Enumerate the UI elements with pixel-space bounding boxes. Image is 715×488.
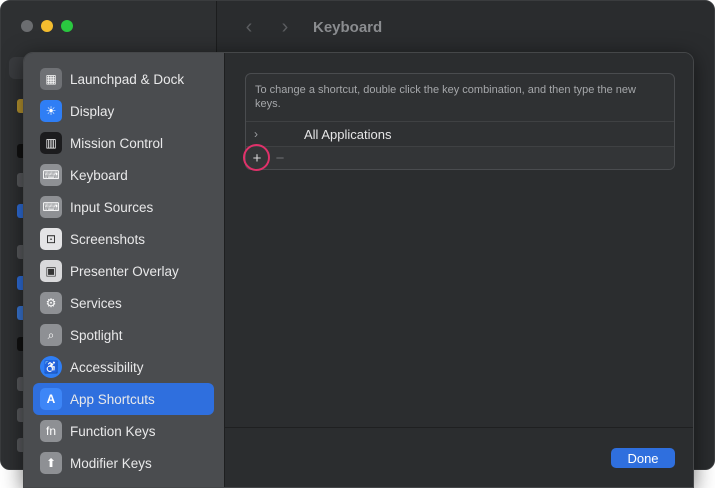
window-toolbar: ‹ › Keyboard	[217, 1, 714, 53]
sidebar-item-label: Input Sources	[70, 199, 154, 215]
spotlight-icon: ⌕	[40, 324, 62, 346]
shortcuts-sidebar: ▦ Launchpad & Dock ☀ Display ▥ Mission C…	[24, 53, 224, 487]
sidebar-item-screenshots[interactable]: ⊡ Screenshots	[33, 223, 214, 255]
window-title: Keyboard	[313, 18, 383, 36]
sidebar-item-label: Accessibility	[70, 359, 144, 375]
sidebar-item-input-sources[interactable]: ⌨ Input Sources	[33, 191, 214, 223]
sidebar-item-services[interactable]: ⚙ Services	[33, 287, 214, 319]
zoom-window-button[interactable]	[61, 20, 73, 32]
keyboard-shortcuts-sheet: ▦ Launchpad & Dock ☀ Display ▥ Mission C…	[23, 52, 694, 488]
all-applications-row[interactable]: › All Applications	[246, 121, 674, 146]
shortcuts-toolbar: + −	[246, 146, 674, 170]
sidebar-item-accessibility[interactable]: ♿ Accessibility	[33, 351, 214, 383]
sidebar-item-label: Presenter Overlay	[70, 263, 179, 279]
sidebar-item-label: Spotlight	[70, 327, 123, 343]
sidebar-item-display[interactable]: ☀ Display	[33, 95, 214, 127]
screenshots-icon: ⊡	[40, 228, 62, 250]
shortcuts-description: To change a shortcut, double click the k…	[255, 84, 636, 110]
add-shortcut-button[interactable]: +	[246, 148, 268, 170]
sidebar-item-label: Launchpad & Dock	[70, 71, 185, 87]
shortcuts-panel: To change a shortcut, double click the k…	[245, 73, 675, 170]
sidebar-item-app-shortcuts[interactable]: A App Shortcuts	[33, 383, 214, 415]
modifier-keys-icon: ⬆	[40, 452, 62, 474]
plus-icon: +	[252, 150, 262, 167]
all-applications-label: All Applications	[304, 126, 392, 142]
input-sources-icon: ⌨	[40, 196, 62, 218]
sidebar-item-launchpad-dock[interactable]: ▦ Launchpad & Dock	[33, 63, 214, 95]
sidebar-item-presenter-overlay[interactable]: ▣ Presenter Overlay	[33, 255, 214, 287]
sidebar-item-label: Screenshots	[70, 231, 146, 247]
sidebar-item-label: Modifier Keys	[70, 455, 152, 471]
function-keys-icon: fn	[40, 420, 62, 442]
sidebar-item-label: Keyboard	[70, 167, 128, 183]
sidebar-item-label: Display	[70, 103, 115, 119]
sidebar-item-label: Mission Control	[70, 135, 164, 151]
back-button[interactable]: ‹	[237, 16, 261, 39]
remove-shortcut-button[interactable]: −	[270, 148, 290, 170]
sidebar-item-mission-control[interactable]: ▥ Mission Control	[33, 127, 214, 159]
chevron-right-icon[interactable]: ›	[246, 127, 266, 141]
minimize-window-button[interactable]	[41, 20, 53, 32]
forward-button[interactable]: ›	[273, 16, 297, 39]
sidebar-item-function-keys[interactable]: fn Function Keys	[33, 415, 214, 447]
sidebar-item-label: App Shortcuts	[70, 391, 155, 407]
mission-control-icon: ▥	[40, 132, 62, 154]
done-button[interactable]: Done	[611, 448, 675, 468]
app-shortcuts-icon: A	[40, 388, 62, 410]
launchpad-icon: ▦	[40, 68, 62, 90]
footer-divider	[225, 427, 693, 428]
sidebar-item-keyboard[interactable]: ⌨ Keyboard	[33, 159, 214, 191]
accessibility-icon: ♿	[40, 356, 62, 378]
shortcuts-content: To change a shortcut, double click the k…	[225, 53, 693, 487]
keyboard-icon: ⌨	[40, 164, 62, 186]
minus-icon: −	[275, 150, 285, 167]
services-icon: ⚙	[40, 292, 62, 314]
display-icon: ☀	[40, 100, 62, 122]
sidebar-item-modifier-keys[interactable]: ⬆ Modifier Keys	[33, 447, 214, 479]
sidebar-item-label: Services	[70, 295, 122, 311]
sidebar-item-label: Function Keys	[70, 423, 156, 439]
sidebar-item-spotlight[interactable]: ⌕ Spotlight	[33, 319, 214, 351]
close-window-button[interactable]	[21, 20, 33, 32]
presenter-overlay-icon: ▣	[40, 260, 62, 282]
